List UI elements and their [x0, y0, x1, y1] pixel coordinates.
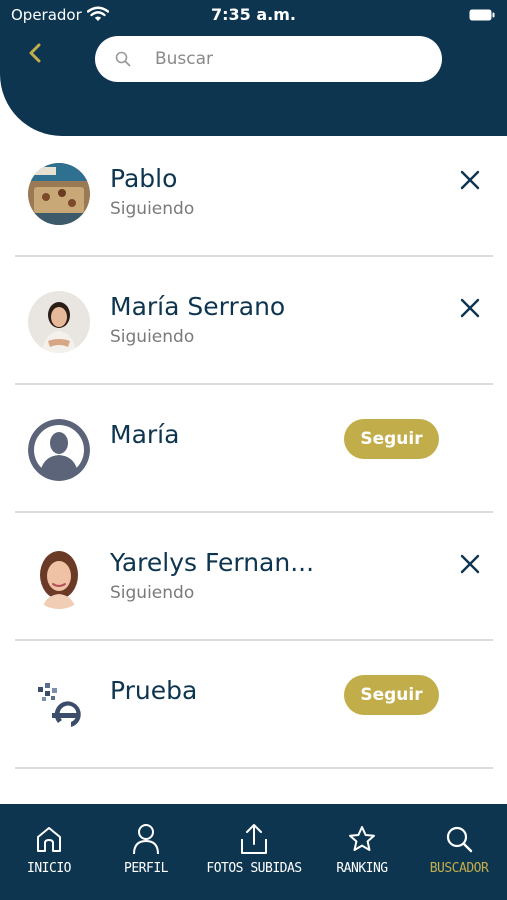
tab-label: INICIO — [27, 861, 71, 876]
tab-inicio[interactable]: INICIO — [17, 804, 81, 900]
divider — [15, 383, 493, 385]
close-icon — [460, 298, 480, 318]
upload-icon — [237, 822, 271, 856]
avatar — [28, 419, 90, 481]
user-icon — [129, 822, 163, 856]
divider — [15, 255, 493, 257]
user-name: María Serrano — [110, 292, 286, 321]
header: Operador 7:35 a.m. — [0, 0, 507, 136]
search-icon — [442, 822, 476, 856]
battery-icon — [469, 9, 495, 21]
user-status: Siguiendo — [110, 199, 195, 219]
user-name: Pablo — [110, 164, 178, 193]
tab-fotos-subidas[interactable]: FOTOS SUBIDAS — [206, 804, 302, 900]
home-icon — [32, 822, 66, 856]
status-time: 7:35 a.m. — [211, 5, 296, 24]
user-status: Siguiendo — [110, 583, 195, 603]
tab-buscador[interactable]: BUSCADOR — [420, 804, 498, 900]
back-button[interactable] — [22, 40, 48, 66]
list-item[interactable]: Prueba Seguir — [0, 648, 507, 776]
list-item[interactable]: María Seguir — [0, 392, 507, 520]
user-name: Yarelys Fernan... — [110, 548, 315, 577]
unfollow-button[interactable] — [457, 551, 483, 577]
screen: Operador 7:35 a.m. Buscar Pablo Siguiend… — [0, 0, 507, 900]
avatar — [28, 163, 90, 225]
close-icon — [460, 170, 480, 190]
user-name: María — [110, 420, 180, 449]
unfollow-button[interactable] — [457, 167, 483, 193]
logo-avatar-icon — [28, 675, 90, 737]
tab-label: PERFIL — [124, 861, 168, 876]
close-icon — [460, 554, 480, 574]
list-item[interactable]: Yarelys Fernan... Siguiendo — [0, 520, 507, 648]
default-avatar-icon — [28, 419, 90, 481]
search-input[interactable] — [155, 36, 425, 82]
status-bar: Operador 7:35 a.m. — [0, 0, 507, 30]
tab-perfil[interactable]: PERFIL — [114, 804, 178, 900]
follow-button[interactable]: Seguir — [344, 675, 439, 715]
tab-bar: INICIO PERFIL FOTOS SUBIDAS RANKING BUSC… — [0, 804, 507, 900]
tab-ranking[interactable]: RANKING — [330, 804, 394, 900]
follow-button[interactable]: Seguir — [344, 419, 439, 459]
list-item[interactable]: Pablo Siguiendo — [0, 136, 507, 264]
divider — [15, 639, 493, 641]
avatar — [28, 291, 90, 353]
avatar — [28, 547, 90, 609]
divider — [15, 511, 493, 513]
tab-label: FOTOS SUBIDAS — [206, 861, 302, 876]
tab-label: BUSCADOR — [429, 861, 489, 876]
chevron-left-icon — [29, 43, 41, 63]
search-icon — [115, 51, 131, 67]
user-name: Prueba — [110, 676, 198, 705]
search-box[interactable] — [95, 36, 442, 82]
user-status: Siguiendo — [110, 327, 195, 347]
avatar — [28, 675, 90, 737]
divider — [15, 767, 493, 769]
tab-label: RANKING — [336, 861, 388, 876]
unfollow-button[interactable] — [457, 295, 483, 321]
star-icon — [345, 822, 379, 856]
list-item[interactable]: María Serrano Siguiendo — [0, 264, 507, 392]
